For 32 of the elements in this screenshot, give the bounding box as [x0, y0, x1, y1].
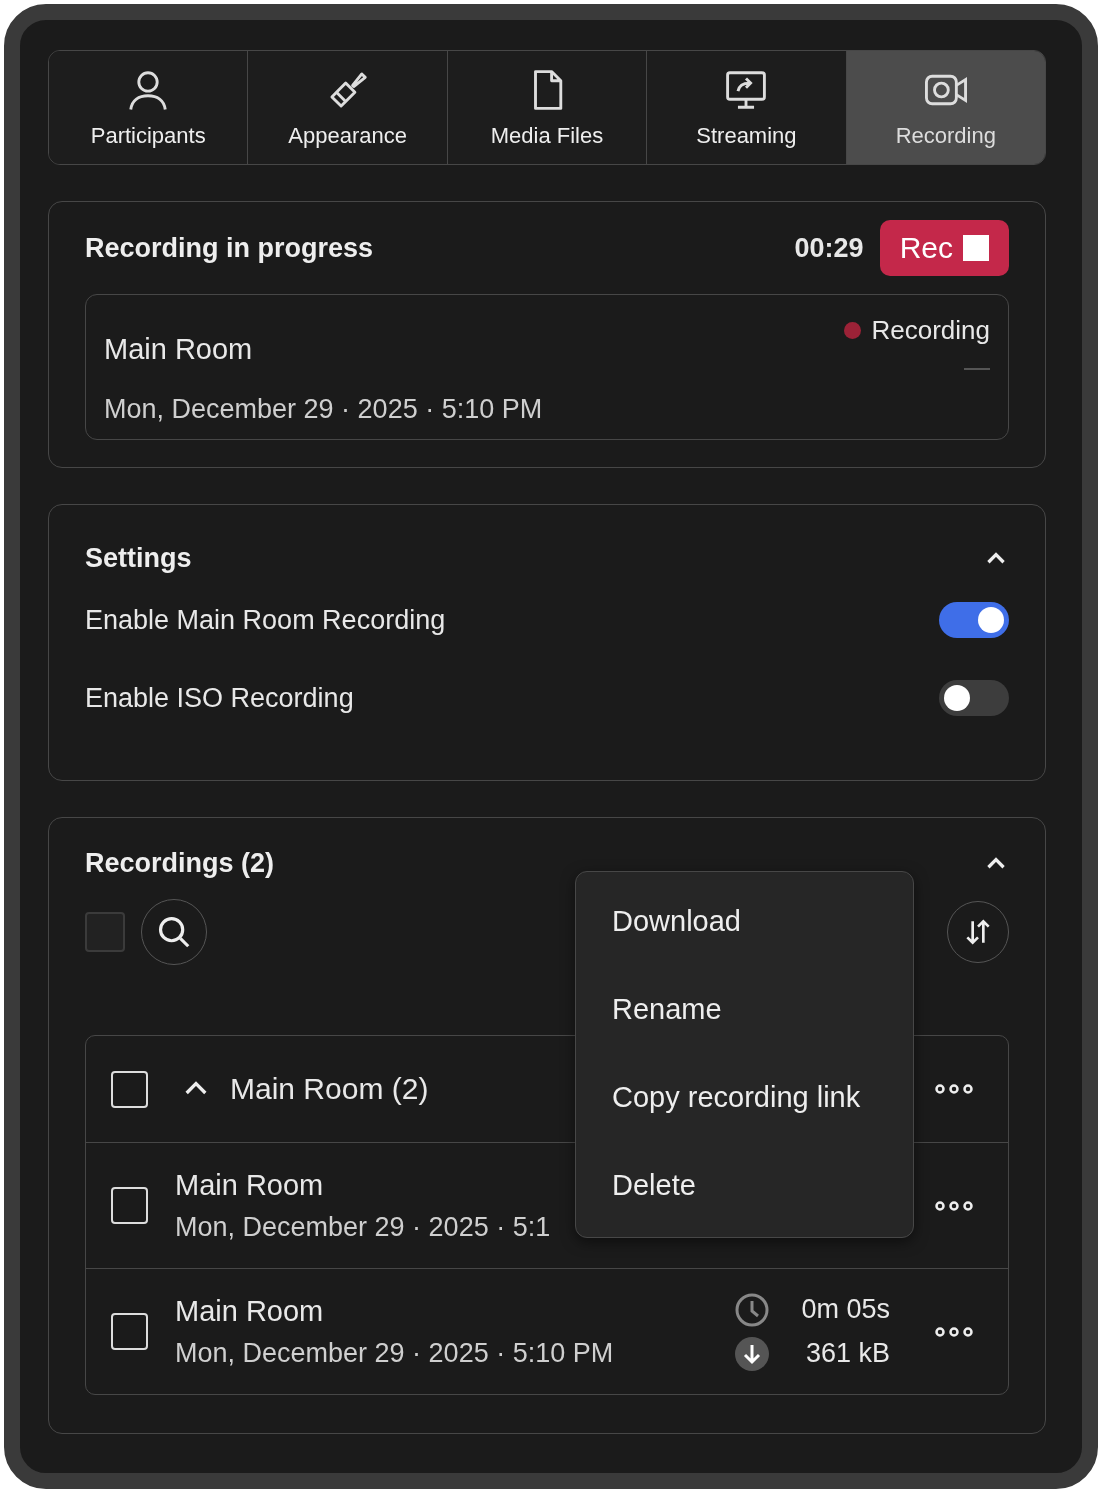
setting-label: Enable Main Room Recording	[85, 604, 446, 636]
stop-recording-button[interactable]: Rec	[879, 220, 1009, 276]
toggle-switch[interactable]	[939, 680, 1009, 716]
section-title: Settings	[85, 543, 192, 574]
toggle-switch[interactable]	[939, 602, 1009, 638]
status-label: Recording	[871, 315, 990, 346]
more-icon[interactable]	[934, 1199, 974, 1212]
section-title: Recording in progress	[85, 232, 374, 264]
recording-date: Mon, December 29 · 2025 · 5:10 PM	[175, 1337, 614, 1369]
more-icon[interactable]	[934, 1325, 974, 1338]
recording-name: Main Room	[175, 1168, 324, 1202]
setting-label: Enable ISO Recording	[85, 682, 354, 714]
status-dot	[844, 322, 862, 339]
menu-item[interactable]: Rename	[612, 993, 913, 1027]
download-icon	[734, 1335, 770, 1372]
file-size: 361 kB	[804, 1338, 890, 1369]
section-title: Recordings (2)	[85, 848, 275, 879]
tab[interactable]: Participants	[49, 51, 249, 164]
group-label: Main Room (2)	[230, 1072, 429, 1106]
recording-name: Main Room	[175, 1294, 324, 1328]
timer: 00:29	[794, 232, 864, 264]
room-name: Main Room	[104, 333, 253, 366]
menu-item[interactable]: Delete	[612, 1168, 913, 1202]
clock-icon	[734, 1291, 770, 1328]
date-text: Mon, December 29 · 2025 · 5:10 PM	[104, 394, 544, 425]
menu-item[interactable]: Download	[612, 905, 913, 939]
tab[interactable]: Recording	[846, 51, 1045, 164]
checkbox[interactable]	[85, 912, 125, 952]
duration-text: 0m 05s	[800, 1294, 890, 1325]
menu-item[interactable]: Copy recording link	[612, 1080, 913, 1114]
recording-date: Mon, December 29 · 2025 · 5:1	[175, 1211, 551, 1243]
more-icon[interactable]	[934, 1083, 974, 1095]
